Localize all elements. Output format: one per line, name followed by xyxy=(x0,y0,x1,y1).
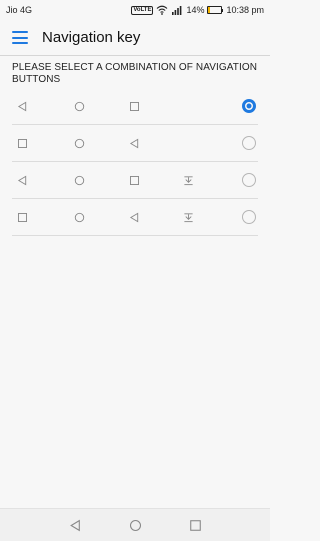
notification-pull-down-icon xyxy=(182,174,194,186)
radio-unselected[interactable] xyxy=(242,173,256,187)
carrier-label: Jio 4G xyxy=(6,5,33,15)
navigation-option-row[interactable] xyxy=(12,125,258,162)
home-icon xyxy=(73,100,85,112)
back-icon xyxy=(128,137,140,149)
clock: 10:38 pm xyxy=(226,5,264,15)
section-title: PLEASE SELECT A COMBINATION OF NAVIGATIO… xyxy=(12,62,258,85)
recents-icon xyxy=(189,519,201,531)
status-icons: VoLTE 14% 10:38 pm xyxy=(131,5,264,15)
menu-icon[interactable] xyxy=(12,31,28,44)
recents-icon xyxy=(16,137,28,149)
radio-unselected[interactable] xyxy=(242,136,256,150)
battery-icon xyxy=(207,6,224,14)
system-navigation-bar xyxy=(0,508,270,541)
navigation-options-list xyxy=(12,88,258,236)
recents-icon xyxy=(128,174,140,186)
home-icon xyxy=(129,519,141,531)
battery-percent: 14% xyxy=(186,5,205,15)
navigation-option-row[interactable] xyxy=(12,199,258,236)
system-home-button[interactable] xyxy=(128,518,142,532)
back-icon xyxy=(16,100,28,112)
app-bar: Navigation key xyxy=(0,20,270,56)
home-icon xyxy=(73,137,85,149)
navigation-option-row[interactable] xyxy=(12,162,258,199)
recents-icon xyxy=(128,100,140,112)
status-bar: Jio 4G VoLTE 14% 10:38 pm xyxy=(0,0,270,20)
home-icon xyxy=(73,174,85,186)
back-icon xyxy=(128,211,140,223)
page-title: Navigation key xyxy=(42,29,141,46)
volte-icon: VoLTE xyxy=(131,5,154,15)
notification-pull-down-icon xyxy=(182,211,194,223)
system-back-button[interactable] xyxy=(68,518,82,532)
back-icon xyxy=(16,174,28,186)
signal-icon xyxy=(172,6,182,15)
home-icon xyxy=(73,211,85,223)
recents-icon xyxy=(16,211,28,223)
navigation-option-row[interactable] xyxy=(12,88,258,125)
system-recents-button[interactable] xyxy=(188,518,202,532)
radio-unselected[interactable] xyxy=(242,210,256,224)
back-icon xyxy=(69,519,80,531)
radio-selected[interactable] xyxy=(242,99,256,113)
wifi-icon xyxy=(157,5,168,15)
